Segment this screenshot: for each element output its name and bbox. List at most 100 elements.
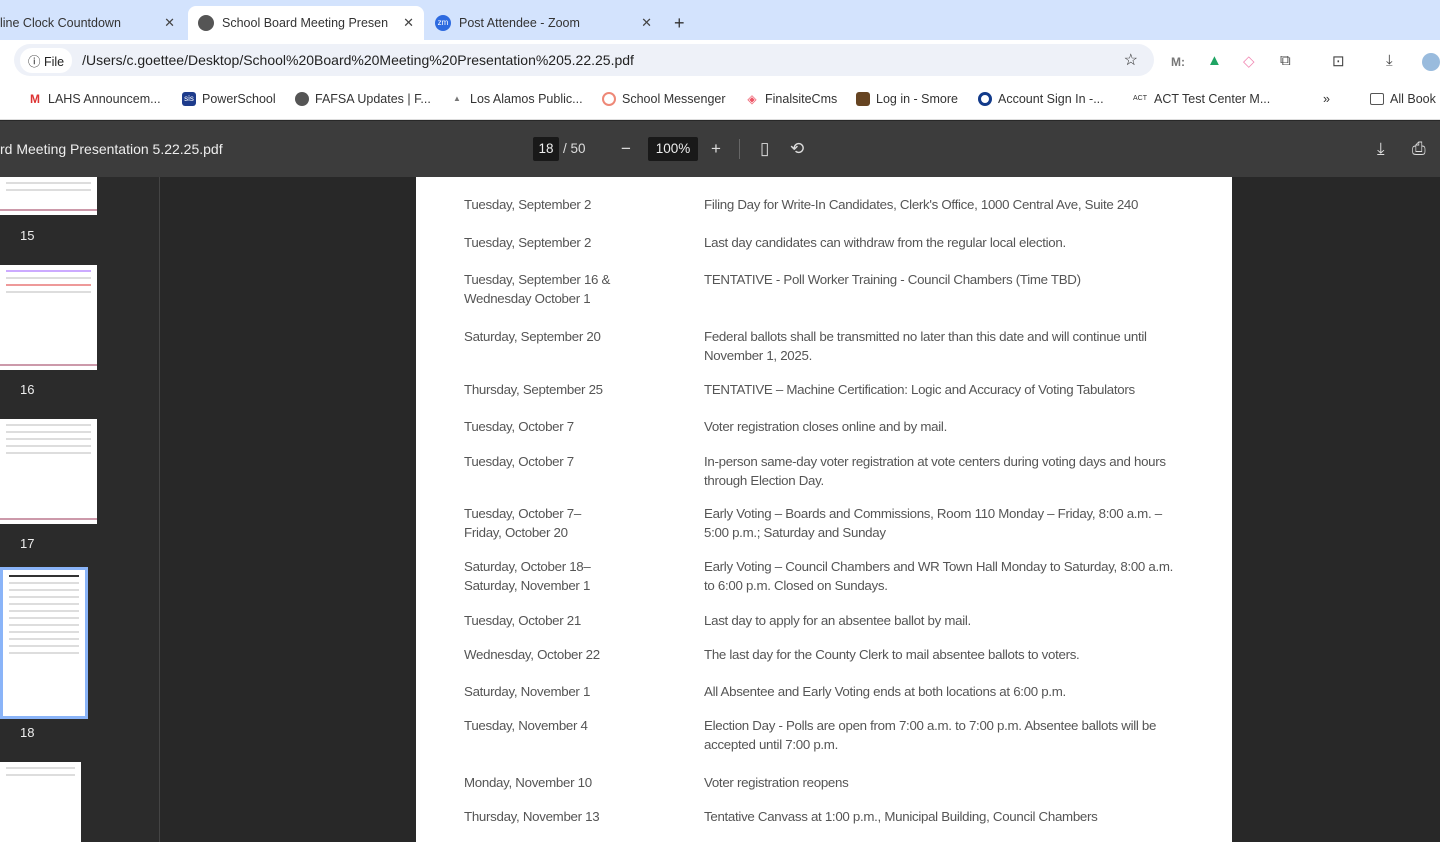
tab-label: Post Attendee - Zoom bbox=[459, 16, 580, 30]
bookmark-smore[interactable]: Log in - Smore bbox=[856, 92, 958, 106]
row-date: Monday, November 10 bbox=[464, 775, 592, 790]
bookmark-account-sign-in[interactable]: Account Sign In -... bbox=[978, 92, 1104, 106]
row-description: All Absentee and Early Voting ends at bo… bbox=[704, 684, 1066, 699]
row-date: Tuesday, September 2 bbox=[464, 235, 592, 250]
url-text: /Users/c.goettee/Desktop/School%20Board%… bbox=[82, 52, 634, 68]
bookmark-fafsa[interactable]: FAFSA Updates | F... bbox=[295, 92, 431, 106]
address-bar[interactable]: ⓘ File /Users/c.goettee/Desktop/School%2… bbox=[14, 44, 1154, 76]
thumbnail-number: 16 bbox=[20, 382, 35, 397]
zoom-level-input[interactable]: 100% bbox=[648, 137, 698, 161]
download-icon[interactable]: ⤓ bbox=[1377, 137, 1385, 161]
thumbnail-page-16[interactable] bbox=[0, 265, 97, 370]
tab-bar: line Clock Countdown ✕ School Board Meeti… bbox=[0, 0, 1440, 40]
thumbnail-page-15[interactable] bbox=[0, 177, 97, 215]
page-number-input[interactable]: 18 bbox=[533, 137, 559, 161]
row-date: Wednesday, October 22 bbox=[464, 647, 600, 662]
row-description: In-person same-day voter registration at… bbox=[704, 454, 1166, 488]
globe-icon bbox=[198, 15, 214, 31]
row-description: Election Day - Polls are open from 7:00 … bbox=[704, 718, 1157, 752]
bookmarks-overflow-button[interactable]: » bbox=[1323, 92, 1330, 106]
thumbnail-number: 17 bbox=[20, 536, 35, 551]
bookmark-label: LAHS Announcem... bbox=[48, 92, 161, 106]
page-total: / 50 bbox=[563, 141, 586, 156]
bookmark-powerschool[interactable]: sis PowerSchool bbox=[182, 92, 276, 106]
tab-search-icon[interactable]: ⊡ bbox=[1332, 52, 1345, 70]
extension-icon[interactable]: ◇ bbox=[1243, 52, 1255, 70]
row-description: Last day candidates can withdraw from th… bbox=[704, 235, 1066, 250]
bookmark-label: ACT Test Center M... bbox=[1154, 92, 1271, 106]
thumbnail-page-18-selected[interactable] bbox=[0, 567, 88, 719]
tab-zoom[interactable]: zm Post Attendee - Zoom ✕ bbox=[425, 6, 662, 40]
row-description: Voter registration closes online and by … bbox=[704, 419, 947, 434]
print-icon[interactable]: ⎙ bbox=[1412, 137, 1426, 161]
row-date: Tuesday, October 21 bbox=[464, 613, 581, 628]
row-date: Tuesday, October 7– Friday, October 20 bbox=[464, 506, 581, 540]
close-icon[interactable]: ✕ bbox=[164, 15, 175, 31]
zoom-out-icon[interactable]: − bbox=[621, 137, 631, 161]
row-date: Tuesday, October 7 bbox=[464, 454, 574, 469]
bookmark-label: FAFSA Updates | F... bbox=[315, 92, 431, 106]
bookmark-label: PowerSchool bbox=[202, 92, 276, 106]
bookmark-label: School Messenger bbox=[622, 92, 726, 106]
close-icon[interactable]: ✕ bbox=[403, 15, 414, 31]
row-description: TENTATIVE – Machine Certification: Logic… bbox=[704, 382, 1135, 397]
pdf-page: Tuesday, September 2 Filing Day for Write… bbox=[416, 177, 1232, 842]
tab-pdf[interactable]: School Board Meeting Presen ✕ bbox=[188, 6, 424, 40]
pdf-toolbar: rd Meeting Presentation 5.22.25.pdf 18 /… bbox=[0, 121, 1440, 177]
tab-label: School Board Meeting Presen bbox=[222, 16, 389, 30]
all-bookmarks-label: All Book bbox=[1390, 92, 1436, 106]
bookmark-finalsite[interactable]: ◈ FinalsiteCms bbox=[745, 92, 837, 106]
bookmark-label: Account Sign In -... bbox=[998, 92, 1104, 106]
row-date: Saturday, October 18– Saturday, November… bbox=[464, 559, 591, 593]
row-date: Saturday, September 20 bbox=[464, 329, 601, 344]
drive-icon[interactable]: ▲ bbox=[1207, 52, 1222, 69]
bookmark-label: Log in - Smore bbox=[876, 92, 958, 106]
zoom-in-icon[interactable]: + bbox=[711, 137, 721, 161]
puzzle-icon[interactable]: ⧉ bbox=[1280, 52, 1291, 69]
tab-countdown[interactable]: line Clock Countdown ✕ bbox=[0, 6, 185, 40]
divider bbox=[739, 139, 740, 159]
zoom-icon: zm bbox=[435, 15, 451, 31]
star-icon[interactable]: ☆ bbox=[1124, 50, 1138, 70]
row-date: Tuesday, October 7 bbox=[464, 419, 574, 434]
bookmark-school-messenger[interactable]: School Messenger bbox=[602, 92, 726, 106]
close-icon[interactable]: ✕ bbox=[641, 15, 652, 31]
bookmark-label: FinalsiteCms bbox=[765, 92, 838, 106]
new-tab-button[interactable]: + bbox=[664, 6, 695, 40]
thumbnail-number: 15 bbox=[20, 228, 35, 243]
row-description: Early Voting – Boards and Commissions, R… bbox=[704, 506, 1162, 540]
row-description: Last day to apply for an absentee ballot… bbox=[704, 613, 971, 628]
row-date: Tuesday, September 16 & Wednesday Octobe… bbox=[464, 272, 611, 306]
thumbnail-page-19[interactable] bbox=[0, 762, 81, 842]
thumbnail-page-17[interactable] bbox=[0, 419, 97, 524]
bookmark-los-alamos[interactable]: ▲ Los Alamos Public... bbox=[450, 92, 583, 106]
row-date: Saturday, November 1 bbox=[464, 684, 591, 699]
row-description: Tentative Canvass at 1:00 p.m., Municipa… bbox=[704, 809, 1098, 824]
rotate-icon[interactable]: ⟲ bbox=[790, 137, 804, 161]
row-description: Federal ballots shall be transmitted no … bbox=[704, 329, 1147, 363]
tab-label: line Clock Countdown bbox=[0, 16, 121, 30]
bookmarks-bar: M LAHS Announcem... sis PowerSchool FAFSA … bbox=[0, 80, 1440, 120]
row-description: Voter registration reopens bbox=[704, 775, 849, 790]
bookmark-act[interactable]: ACT ACT Test Center M... bbox=[1132, 92, 1270, 106]
file-label: File bbox=[43, 54, 65, 69]
site-info-badge[interactable]: ⓘ File bbox=[20, 47, 73, 73]
row-date: Thursday, September 25 bbox=[464, 382, 603, 397]
row-date: Tuesday, September 2 bbox=[464, 197, 592, 212]
row-description: TENTATIVE - Poll Worker Training - Counc… bbox=[704, 272, 1081, 287]
row-description: Early Voting – Council Chambers and WR T… bbox=[704, 559, 1174, 593]
extension-m-icon[interactable]: M: bbox=[1171, 55, 1185, 69]
avatar[interactable] bbox=[1422, 53, 1440, 71]
bookmark-label: Los Alamos Public... bbox=[470, 92, 583, 106]
address-bar-row: ⓘ File /Users/c.goettee/Desktop/School%2… bbox=[0, 40, 1440, 80]
row-description: Filing Day for Write-In Candidates, Cler… bbox=[704, 197, 1139, 212]
all-bookmarks-button[interactable]: All Book bbox=[1370, 92, 1436, 106]
fit-page-icon[interactable]: ▯ bbox=[760, 137, 769, 161]
bookmark-lahs[interactable]: M LAHS Announcem... bbox=[28, 92, 161, 106]
download-icon[interactable]: ⤓ bbox=[1386, 52, 1393, 69]
pdf-title: rd Meeting Presentation 5.22.25.pdf bbox=[0, 141, 223, 157]
row-date: Thursday, November 13 bbox=[464, 809, 600, 824]
thumbnail-number: 18 bbox=[20, 725, 35, 740]
row-description: The last day for the County Clerk to mai… bbox=[704, 647, 1080, 662]
thumbnail-sidebar: 15 16 17 18 bbox=[0, 177, 160, 842]
